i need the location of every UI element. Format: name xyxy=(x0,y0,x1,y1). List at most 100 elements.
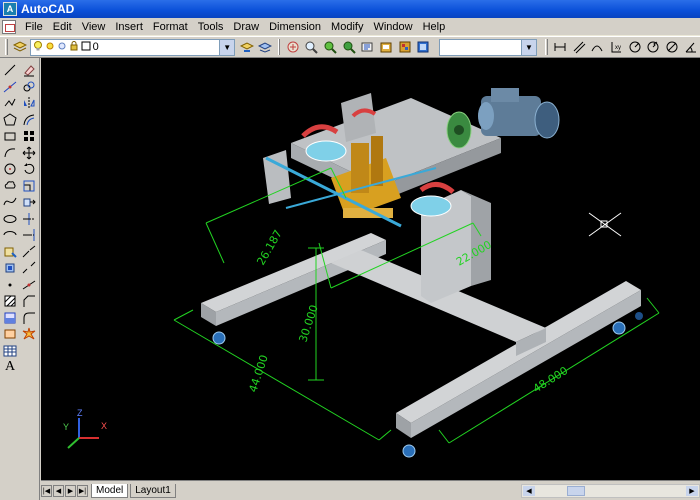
next-tab-icon[interactable]: ▶ xyxy=(65,484,76,497)
modify-toolbar xyxy=(20,62,38,343)
dimension-value: 48.000 xyxy=(531,364,571,395)
toolbar-grip[interactable] xyxy=(277,39,281,55)
make-current-layer-icon[interactable] xyxy=(238,38,255,56)
scroll-right-icon[interactable]: ▶ xyxy=(686,486,698,496)
ucs-x-label: X xyxy=(101,421,107,431)
chamfer-icon[interactable] xyxy=(20,293,38,310)
first-tab-icon[interactable]: |◀ xyxy=(41,484,52,497)
layout-tab-bar: |◀ ◀ ▶ ▶| Model Layout1 ◀ ▶ xyxy=(41,480,700,500)
zoom-realtime-icon[interactable] xyxy=(303,38,320,56)
menu-view[interactable]: View xyxy=(77,21,111,33)
menu-tools[interactable]: Tools xyxy=(193,21,229,33)
menu-format[interactable]: Format xyxy=(148,21,193,33)
menu-edit[interactable]: Edit xyxy=(48,21,77,33)
document-icon[interactable] xyxy=(2,19,16,34)
ellipse-icon[interactable] xyxy=(1,211,19,228)
title-bar: A AutoCAD xyxy=(0,0,700,18)
layer-dropdown[interactable]: 0 ▼ xyxy=(29,38,236,56)
table-icon[interactable] xyxy=(1,343,19,360)
hatch-icon[interactable] xyxy=(1,293,19,310)
mirror-icon[interactable] xyxy=(20,95,38,112)
tab-model[interactable]: Model xyxy=(91,483,129,498)
lock-icon xyxy=(69,40,79,54)
model-space-canvas[interactable]: 26.187 22.000 30.000 44.000 48.000 Z X Y xyxy=(41,58,700,480)
last-tab-icon[interactable]: ▶| xyxy=(77,484,88,497)
multiline-text-glyph: A xyxy=(4,359,16,375)
break-icon[interactable] xyxy=(20,260,38,277)
rotate-icon[interactable] xyxy=(20,161,38,178)
menu-file[interactable]: File xyxy=(20,21,48,33)
tool-palettes-icon[interactable] xyxy=(396,38,413,56)
chevron-down-icon[interactable]: ▼ xyxy=(520,39,536,55)
zoom-window-icon[interactable] xyxy=(322,38,339,56)
spline-icon[interactable] xyxy=(1,194,19,211)
fillet-icon[interactable] xyxy=(20,310,38,327)
join-icon[interactable] xyxy=(20,277,38,294)
scale-icon[interactable] xyxy=(20,178,38,195)
layers-icon[interactable] xyxy=(12,38,29,56)
sheet-set-icon[interactable] xyxy=(415,38,432,56)
polyline-icon[interactable] xyxy=(1,95,19,112)
prev-tab-icon[interactable]: ◀ xyxy=(53,484,64,497)
menu-insert[interactable]: Insert xyxy=(110,21,148,33)
offset-icon[interactable] xyxy=(20,112,38,129)
circle-icon[interactable] xyxy=(1,161,19,178)
autocad-logo-icon: A xyxy=(3,2,17,16)
chevron-down-icon[interactable]: ▼ xyxy=(219,39,235,55)
pan-icon[interactable] xyxy=(284,38,301,56)
construction-line-icon[interactable] xyxy=(1,79,19,96)
ordinate-icon[interactable]: xy xyxy=(608,38,625,56)
tab-layout1[interactable]: Layout1 xyxy=(130,483,176,498)
design-center-icon[interactable] xyxy=(378,38,395,56)
menu-modify[interactable]: Modify xyxy=(326,21,368,33)
toolbar-grip[interactable] xyxy=(5,39,8,55)
draw-toolbar: A xyxy=(1,62,19,376)
region-icon[interactable] xyxy=(1,326,19,343)
scroll-thumb[interactable] xyxy=(567,486,585,496)
radius-icon[interactable] xyxy=(626,38,643,56)
jogged-icon[interactable] xyxy=(645,38,662,56)
scroll-left-icon[interactable]: ◀ xyxy=(523,486,535,496)
zoom-previous-icon[interactable] xyxy=(340,38,357,56)
stretch-icon[interactable] xyxy=(20,194,38,211)
break-at-point-icon[interactable] xyxy=(20,244,38,261)
point-icon[interactable] xyxy=(1,277,19,294)
properties-icon[interactable] xyxy=(359,38,376,56)
color-swatch-icon xyxy=(81,41,91,54)
dimension-value: 44.000 xyxy=(246,353,270,394)
explode-icon[interactable] xyxy=(20,326,38,343)
gradient-icon[interactable] xyxy=(1,310,19,327)
array-icon[interactable] xyxy=(20,128,38,145)
move-icon[interactable] xyxy=(20,145,38,162)
horizontal-scrollbar[interactable]: ◀ ▶ xyxy=(521,484,700,498)
trim-icon[interactable] xyxy=(20,211,38,228)
text-style-dropdown[interactable]: ▼ xyxy=(438,38,537,56)
angular-icon[interactable] xyxy=(682,38,699,56)
linear-dim-icon[interactable] xyxy=(552,38,569,56)
crosshair-cursor xyxy=(588,212,622,237)
aligned-dim-icon[interactable] xyxy=(571,38,588,56)
copy-icon[interactable] xyxy=(20,79,38,96)
arc-length-icon[interactable] xyxy=(589,38,606,56)
extend-icon[interactable] xyxy=(20,227,38,244)
menu-dimension[interactable]: Dimension xyxy=(264,21,326,33)
dimension-value: 26.187 xyxy=(254,228,285,268)
multiline-text-icon[interactable]: A xyxy=(1,359,19,376)
polygon-icon[interactable] xyxy=(1,112,19,129)
diameter-icon[interactable] xyxy=(664,38,681,56)
menu-help[interactable]: Help xyxy=(418,21,451,33)
arc-icon[interactable] xyxy=(1,145,19,162)
ellipse-arc-icon[interactable] xyxy=(1,227,19,244)
line-icon[interactable] xyxy=(1,62,19,79)
make-block-icon[interactable] xyxy=(1,260,19,277)
menu-draw[interactable]: Draw xyxy=(228,21,264,33)
ucs-z-label: Z xyxy=(77,408,83,418)
svg-text:xy: xy xyxy=(615,45,621,51)
erase-icon[interactable] xyxy=(20,62,38,79)
menu-window[interactable]: Window xyxy=(368,21,417,33)
layer-previous-icon[interactable] xyxy=(257,38,274,56)
toolbar-grip[interactable] xyxy=(544,39,548,55)
insert-block-icon[interactable] xyxy=(1,244,19,261)
revision-cloud-icon[interactable] xyxy=(1,178,19,195)
rectangle-icon[interactable] xyxy=(1,128,19,145)
